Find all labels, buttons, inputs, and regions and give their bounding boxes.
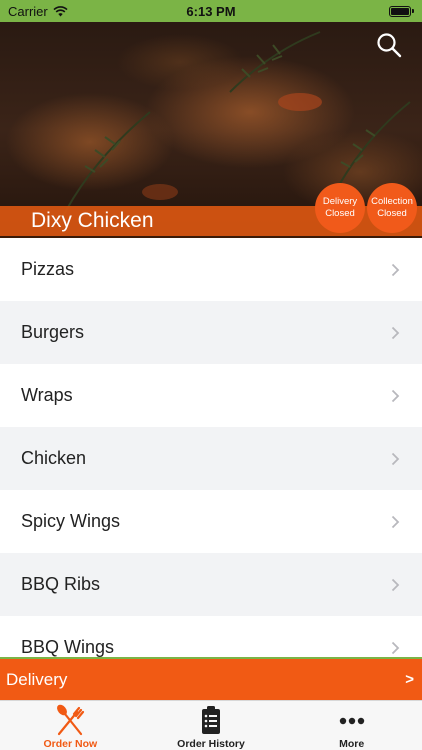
tab-label: Order History <box>177 738 245 750</box>
more-dots-icon <box>335 704 369 737</box>
menu-item-burgers[interactable]: Burgers <box>0 301 422 364</box>
clipboard-list-icon <box>194 704 228 737</box>
menu-item-label: Chicken <box>21 448 87 468</box>
menu-item-label: Burgers <box>21 322 85 342</box>
menu-item-wraps[interactable]: Wraps <box>0 364 422 427</box>
tab-more[interactable]: More <box>281 701 422 750</box>
menu-item-pizzas[interactable]: Pizzas <box>0 238 422 301</box>
fork-knife-icon <box>53 704 87 737</box>
chevron-right-icon <box>391 263 400 276</box>
chevron-right-icon <box>391 578 400 591</box>
tab-label: More <box>339 738 365 750</box>
collection-badge-line2: Closed <box>377 208 407 219</box>
hero-banner: Dixy Chicken Delivery Closed Collection … <box>0 22 422 238</box>
search-icon[interactable] <box>376 32 402 58</box>
menu-item-label: BBQ Ribs <box>21 574 101 594</box>
tab-bar: Order Now Order History More <box>0 700 422 750</box>
chevron-right-icon <box>391 389 400 402</box>
menu-item-label: BBQ Wings <box>21 637 115 657</box>
status-bar: Carrier 6:13 PM <box>0 0 422 22</box>
battery-icon <box>389 5 414 17</box>
menu-item-chicken[interactable]: Chicken <box>0 427 422 490</box>
chevron-right-icon <box>391 641 400 654</box>
menu-item-label: Wraps <box>21 385 73 405</box>
delivery-mode-bar[interactable]: Delivery > <box>0 657 422 700</box>
menu-item-bbq-ribs[interactable]: BBQ Ribs <box>0 553 422 616</box>
collection-badge-line1: Collection <box>371 196 413 207</box>
delivery-badge-line2: Closed <box>325 208 355 219</box>
chevron-right-icon <box>391 515 400 528</box>
tab-label: Order Now <box>43 738 98 750</box>
delivery-mode-label: Delivery <box>6 669 68 689</box>
delivery-arrow: > <box>405 671 414 688</box>
collection-status-badge: Collection Closed <box>367 183 417 233</box>
restaurant-name: Dixy Chicken <box>31 209 154 232</box>
menu-item-label: Pizzas <box>21 259 75 279</box>
delivery-status-badge: Delivery Closed <box>315 183 365 233</box>
tab-order-now[interactable]: Order Now <box>0 701 141 750</box>
menu-item-spicy-wings[interactable]: Spicy Wings <box>0 490 422 553</box>
tab-order-history[interactable]: Order History <box>141 701 282 750</box>
carrier-label: Carrier <box>8 3 48 19</box>
menu-item-bbq-wings[interactable]: BBQ Wings <box>0 616 422 657</box>
chevron-right-icon <box>391 326 400 339</box>
menu-item-label: Spicy Wings <box>21 511 121 531</box>
wifi-icon <box>53 5 68 16</box>
status-left: Carrier <box>8 4 68 19</box>
menu-category-list: Pizzas Burgers Wraps Chicken Spicy Wings… <box>0 238 422 657</box>
chevron-right-icon <box>391 452 400 465</box>
delivery-badge-line1: Delivery <box>322 196 358 207</box>
